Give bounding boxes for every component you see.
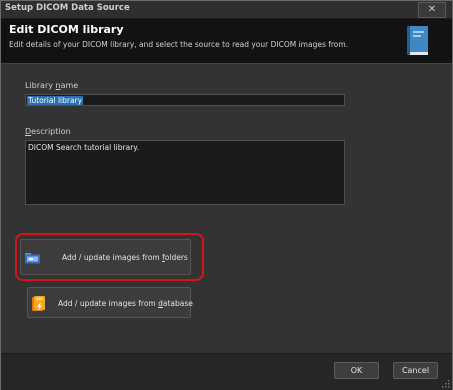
- add-from-database-button[interactable]: Add / update images from database: [27, 287, 193, 318]
- header-description: Edit details of your DICOM library, and …: [9, 40, 349, 49]
- database-icon: [32, 296, 45, 311]
- dialog-footer: OK Cancel: [1, 353, 452, 390]
- book-icon: [407, 26, 428, 55]
- ok-button[interactable]: OK: [334, 362, 379, 379]
- resize-grip-icon[interactable]: [442, 380, 450, 388]
- folders-highlight-outline: [15, 233, 204, 281]
- database-button-label: Add / update images from database: [58, 299, 193, 308]
- library-name-input[interactable]: Tutorial library: [25, 94, 345, 106]
- header-title: Edit DICOM library: [9, 23, 124, 36]
- library-name-label: Library name: [25, 81, 79, 90]
- dialog-header: Edit DICOM library Edit details of your …: [1, 19, 452, 64]
- cancel-button[interactable]: Cancel: [393, 362, 438, 379]
- setup-dialog: Setup DICOM Data Source ✕ Edit DICOM lib…: [0, 0, 453, 390]
- description-label: Description: [25, 127, 71, 136]
- description-textarea[interactable]: DICOM Search tutorial library.: [25, 140, 345, 205]
- window-title: Setup DICOM Data Source: [5, 3, 130, 13]
- title-bar[interactable]: Setup DICOM Data Source ✕: [1, 1, 452, 19]
- close-button[interactable]: ✕: [418, 2, 446, 18]
